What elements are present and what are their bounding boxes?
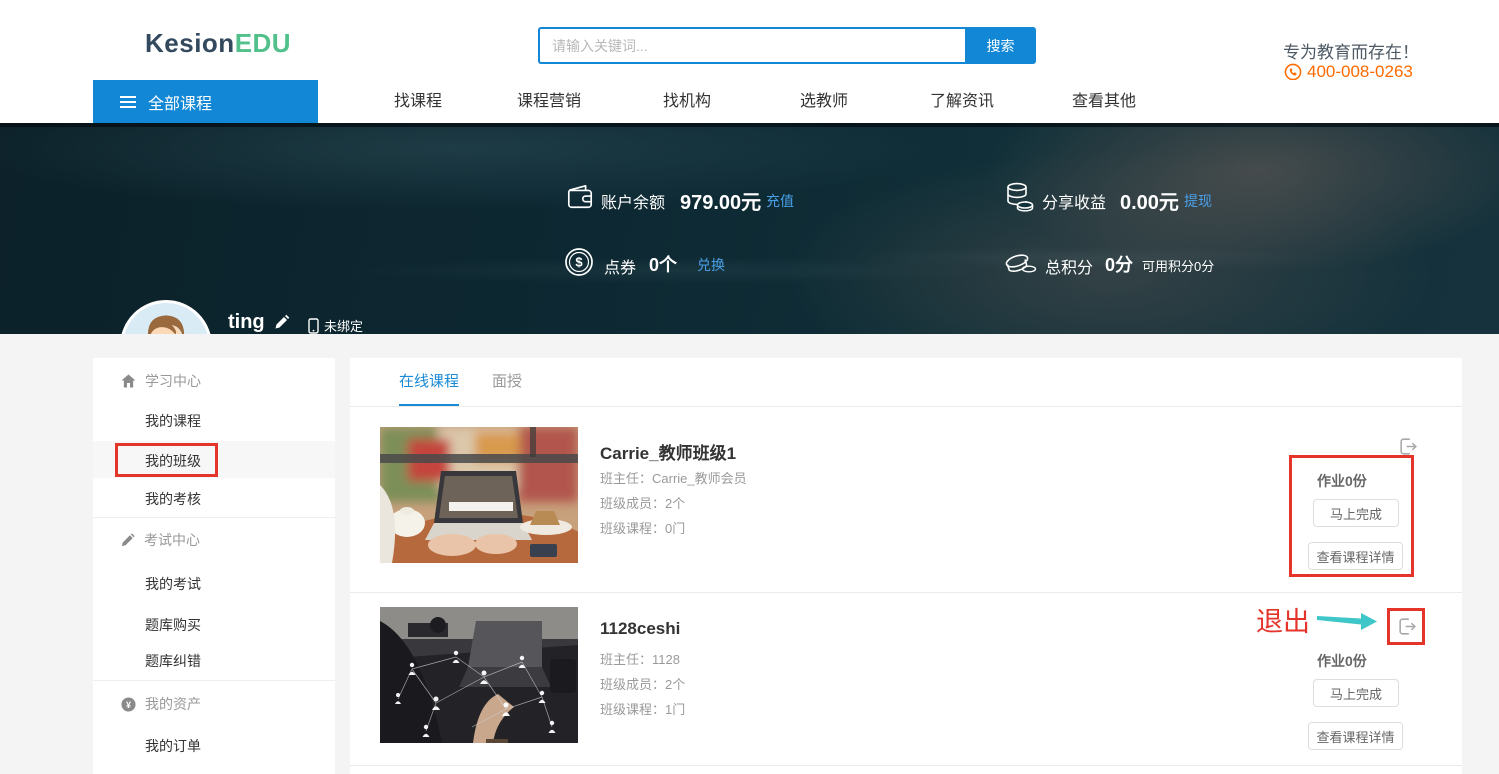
tab-in-person[interactable]: 面授 bbox=[492, 358, 522, 406]
points-coins-icon bbox=[1003, 249, 1037, 277]
homework-count: 作业0份 bbox=[1317, 651, 1367, 671]
sidebar-item-question-bank-purchase[interactable]: 题库购买 bbox=[145, 615, 201, 635]
nav-item-course-marketing[interactable]: 课程营销 bbox=[517, 80, 581, 123]
nav-item-choose-teachers[interactable]: 选教师 bbox=[800, 80, 848, 123]
page: KesionEDU 搜索 专为教育而存在！ 400-008-0263 全部课程 … bbox=[0, 0, 1499, 774]
logo[interactable]: KesionEDU bbox=[145, 28, 291, 59]
class-title[interactable]: Carrie_教师班级1 bbox=[600, 439, 736, 464]
mobile-icon bbox=[308, 318, 319, 334]
tabs-divider bbox=[350, 406, 1462, 407]
search-input[interactable] bbox=[538, 27, 965, 64]
bind-status-label: 未绑定 bbox=[324, 316, 363, 334]
class-teacher: 班主任：1128 bbox=[600, 649, 680, 668]
sidebar: 学习中心 我的课程 我的班级 我的考核 考试中心 我的考试 题库购买 题库纠错 … bbox=[93, 358, 335, 774]
complete-now-button[interactable]: 马上完成 bbox=[1313, 499, 1399, 527]
search-button[interactable]: 搜索 bbox=[965, 27, 1036, 64]
phone-icon bbox=[1284, 63, 1302, 81]
nav-item-find-courses[interactable]: 找课程 bbox=[394, 80, 442, 123]
search-box: 搜索 bbox=[538, 27, 1036, 64]
user-banner: ting 未绑定 普通会员 签到 | 签到记录 账户余额 979.00元 充值 bbox=[0, 123, 1499, 334]
home-icon bbox=[121, 374, 136, 388]
coupon-value: 0个 bbox=[649, 251, 677, 277]
nav-item-others[interactable]: 查看其他 bbox=[1072, 80, 1136, 123]
sidebar-active-row-bg bbox=[93, 441, 335, 478]
phone-number[interactable]: 400-008-0263 bbox=[1307, 62, 1413, 82]
classes-panel: 在线课程 面授 bbox=[350, 358, 1462, 774]
exchange-link[interactable]: 兑换 bbox=[697, 255, 725, 275]
class-teacher: 班主任：Carrie_教师会员 bbox=[600, 468, 747, 487]
all-courses-label: 全部课程 bbox=[148, 90, 212, 114]
annotation-exit-label: 退出 bbox=[1256, 600, 1310, 639]
total-points-label: 总积分 bbox=[1045, 254, 1093, 278]
withdraw-link[interactable]: 提现 bbox=[1184, 191, 1212, 211]
sidebar-section-my-assets: ¥ 我的资产 bbox=[121, 694, 201, 714]
hamburger-icon bbox=[120, 96, 136, 108]
available-points: 可用积分0分 bbox=[1142, 256, 1214, 275]
card-divider bbox=[350, 765, 1462, 766]
balance-value: 979.00元 bbox=[680, 186, 761, 215]
logo-kesion: Kesion bbox=[145, 28, 235, 58]
coupon-label: 点券 bbox=[604, 254, 636, 278]
nav-item-find-institutions[interactable]: 找机构 bbox=[663, 80, 711, 123]
card-divider bbox=[350, 592, 1462, 593]
sidebar-section-exam-center: 考试中心 bbox=[121, 530, 200, 550]
sidebar-section-title: 我的资产 bbox=[145, 694, 201, 714]
total-points-value: 0分 bbox=[1105, 251, 1133, 277]
svg-text:¥: ¥ bbox=[126, 699, 131, 709]
username: ting bbox=[228, 311, 265, 334]
sidebar-section-title: 学习中心 bbox=[145, 371, 201, 391]
share-income-label: 分享收益 bbox=[1042, 189, 1106, 213]
service-phone: 400-008-0263 bbox=[1284, 62, 1413, 82]
view-course-detail-button[interactable]: 查看课程详情 bbox=[1308, 542, 1403, 570]
yuan-coin-icon: ¥ bbox=[121, 697, 136, 712]
class-thumbnail-network[interactable] bbox=[380, 607, 578, 743]
class-thumbnail-cafe[interactable] bbox=[380, 427, 578, 563]
main-nav: 全部课程 找课程 课程营销 找机构 选教师 了解资讯 查看其他 bbox=[0, 80, 1499, 123]
view-course-detail-button[interactable]: 查看课程详情 bbox=[1308, 722, 1403, 750]
class-members: 班级成员：2个 bbox=[600, 674, 685, 693]
sidebar-item-my-exams[interactable]: 我的考试 bbox=[145, 574, 201, 594]
sidebar-item-my-classes[interactable]: 我的班级 bbox=[145, 451, 201, 471]
avatar[interactable] bbox=[120, 300, 212, 334]
logo-edu: EDU bbox=[235, 28, 291, 58]
exit-class-icon[interactable] bbox=[1397, 436, 1419, 457]
coins-stack-icon bbox=[1004, 181, 1034, 213]
edit-username-icon[interactable] bbox=[274, 314, 290, 330]
wallet-icon bbox=[565, 183, 595, 211]
phone-bind-status[interactable]: 未绑定 bbox=[308, 316, 363, 334]
sidebar-section-title: 考试中心 bbox=[144, 530, 200, 550]
homework-count: 作业0份 bbox=[1317, 471, 1367, 491]
class-members: 班级成员：2个 bbox=[600, 493, 685, 512]
sidebar-divider bbox=[93, 680, 335, 681]
nav-item-news[interactable]: 了解资讯 bbox=[930, 80, 994, 123]
tab-online-courses[interactable]: 在线课程 bbox=[399, 358, 459, 406]
svg-text:$: $ bbox=[575, 255, 583, 270]
exit-class-icon[interactable] bbox=[1396, 616, 1418, 637]
annotation-arrow-icon bbox=[1317, 609, 1383, 633]
sidebar-divider bbox=[93, 517, 335, 518]
class-courses: 班级课程：0门 bbox=[600, 518, 685, 537]
top-header: KesionEDU 搜索 专为教育而存在！ 400-008-0263 bbox=[0, 0, 1499, 80]
pencil-icon bbox=[121, 533, 135, 547]
sidebar-section-learning-center: 学习中心 bbox=[121, 371, 201, 391]
complete-now-button[interactable]: 马上完成 bbox=[1313, 679, 1399, 707]
avatar-illustration bbox=[123, 303, 209, 334]
class-courses: 班级课程：1门 bbox=[600, 699, 685, 718]
slogan-text: 专为教育而存在！ bbox=[1283, 38, 1419, 63]
sidebar-item-question-bank-errors[interactable]: 题库纠错 bbox=[145, 651, 201, 671]
class-title[interactable]: 1128ceshi bbox=[600, 619, 680, 639]
all-courses-button[interactable]: 全部课程 bbox=[93, 80, 318, 123]
sidebar-item-my-assessment[interactable]: 我的考核 bbox=[145, 489, 201, 509]
sidebar-item-my-orders[interactable]: 我的订单 bbox=[145, 736, 201, 756]
recharge-link[interactable]: 充值 bbox=[766, 191, 794, 211]
share-income-value: 0.00元 bbox=[1120, 186, 1179, 215]
sidebar-item-my-courses[interactable]: 我的课程 bbox=[145, 411, 201, 431]
balance-label: 账户余额 bbox=[601, 189, 665, 213]
coin-dollar-icon: $ bbox=[564, 247, 594, 277]
